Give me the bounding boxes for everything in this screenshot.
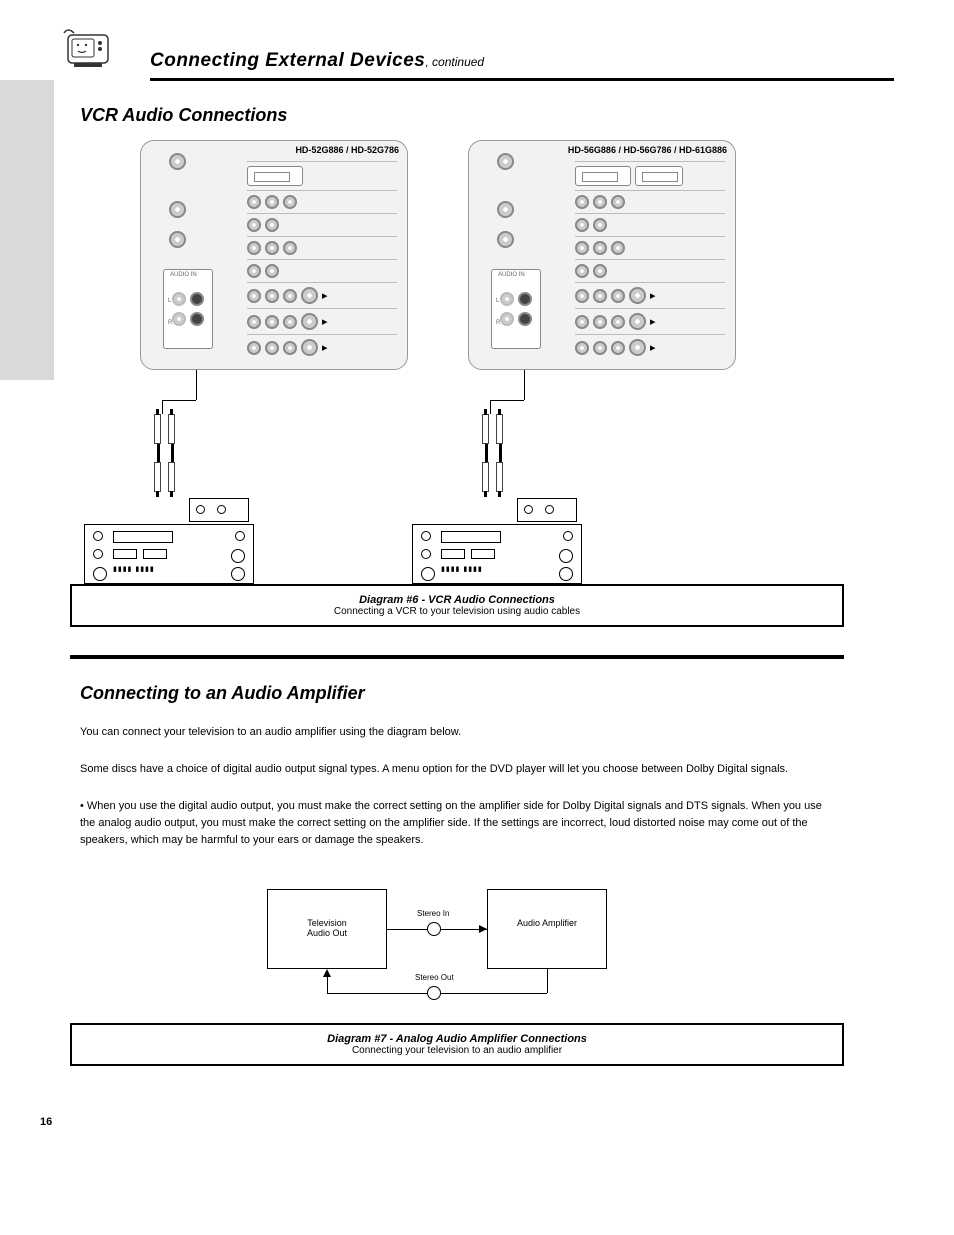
diagram7-caption-title: Diagram #7 - Analog Audio Amplifier Conn… [84, 1033, 830, 1045]
amp-loop-diagram: Television Audio Out Audio Amplifier Ste… [257, 889, 657, 1009]
side-tab [0, 80, 54, 380]
dvi-port-icon [247, 166, 303, 186]
amplifier-box: Audio Amplifier [487, 889, 607, 969]
arrow-icon [323, 969, 331, 977]
audio-in-label: AUDIO IN [170, 272, 197, 278]
connector-block [189, 498, 249, 522]
tv-rear-panel-left: HD-52G886 / HD-52G786 ▸ ▸ ▸ AUDIO IN L [140, 140, 408, 370]
stereo-in-label: Stereo In [417, 909, 449, 918]
rca-plug-icon [154, 414, 161, 444]
page-header-title: Connecting External Devices [150, 50, 425, 71]
diagram-left: HD-52G886 / HD-52G786 ▸ ▸ ▸ AUDIO IN L [140, 140, 408, 570]
stereo-node-icon [427, 922, 441, 936]
diagram6-caption-title: Diagram #6 - VCR Audio Connections [84, 594, 830, 606]
audio-in-box: AUDIO IN L R [163, 269, 213, 349]
speaker-jack [169, 231, 186, 248]
amp-loop-note: • When you use the digital audio output,… [80, 798, 834, 849]
diagram6-caption-sub: Connecting a VCR to your television usin… [84, 606, 830, 617]
tv-rear-panel-right: HD-56G886 / HD-56G786 / HD-61G886 ▸ ▸ ▸ … [468, 140, 736, 370]
amp-body-text: You can connect your television to an au… [80, 724, 834, 741]
section-amp-title: Connecting to an Audio Amplifier [80, 683, 894, 704]
diagram7-caption-box: Diagram #7 - Analog Audio Amplifier Conn… [70, 1023, 844, 1066]
arrow-icon [479, 925, 487, 933]
page-number: 16 [40, 1116, 894, 1128]
amp-loop-lead: Some discs have a choice of digital audi… [80, 761, 834, 778]
stereo-node-icon [427, 986, 441, 1000]
page-header-continued: , continued [425, 55, 484, 69]
section-divider [70, 655, 844, 659]
diagram6-caption-box: Diagram #6 - VCR Audio Connections Conne… [70, 584, 844, 627]
rca-plug-icon [168, 414, 175, 444]
label-l: L [168, 298, 171, 304]
diagram-right: HD-56G886 / HD-56G786 / HD-61G886 ▸ ▸ ▸ … [468, 140, 736, 570]
cartoon-tv-icon [60, 25, 116, 76]
tv-audio-out-box: Television Audio Out [267, 889, 387, 969]
speaker-jack [169, 153, 186, 170]
model-label-left: HD-52G886 / HD-52G786 [295, 145, 399, 155]
stereo-out-label: Stereo Out [415, 973, 454, 982]
vcr-device-icon: ▮▮▮▮ ▮▮▮▮ [84, 524, 254, 584]
header-rule [150, 78, 894, 81]
vcr-diagram-row: HD-52G886 / HD-52G786 ▸ ▸ ▸ AUDIO IN L [140, 140, 894, 570]
diagram7-caption-sub: Connecting your television to an audio a… [84, 1045, 830, 1056]
speaker-jack [169, 201, 186, 218]
model-label-right: HD-56G886 / HD-56G786 / HD-61G886 [568, 145, 727, 155]
section-vcr-title: VCR Audio Connections [80, 105, 894, 126]
